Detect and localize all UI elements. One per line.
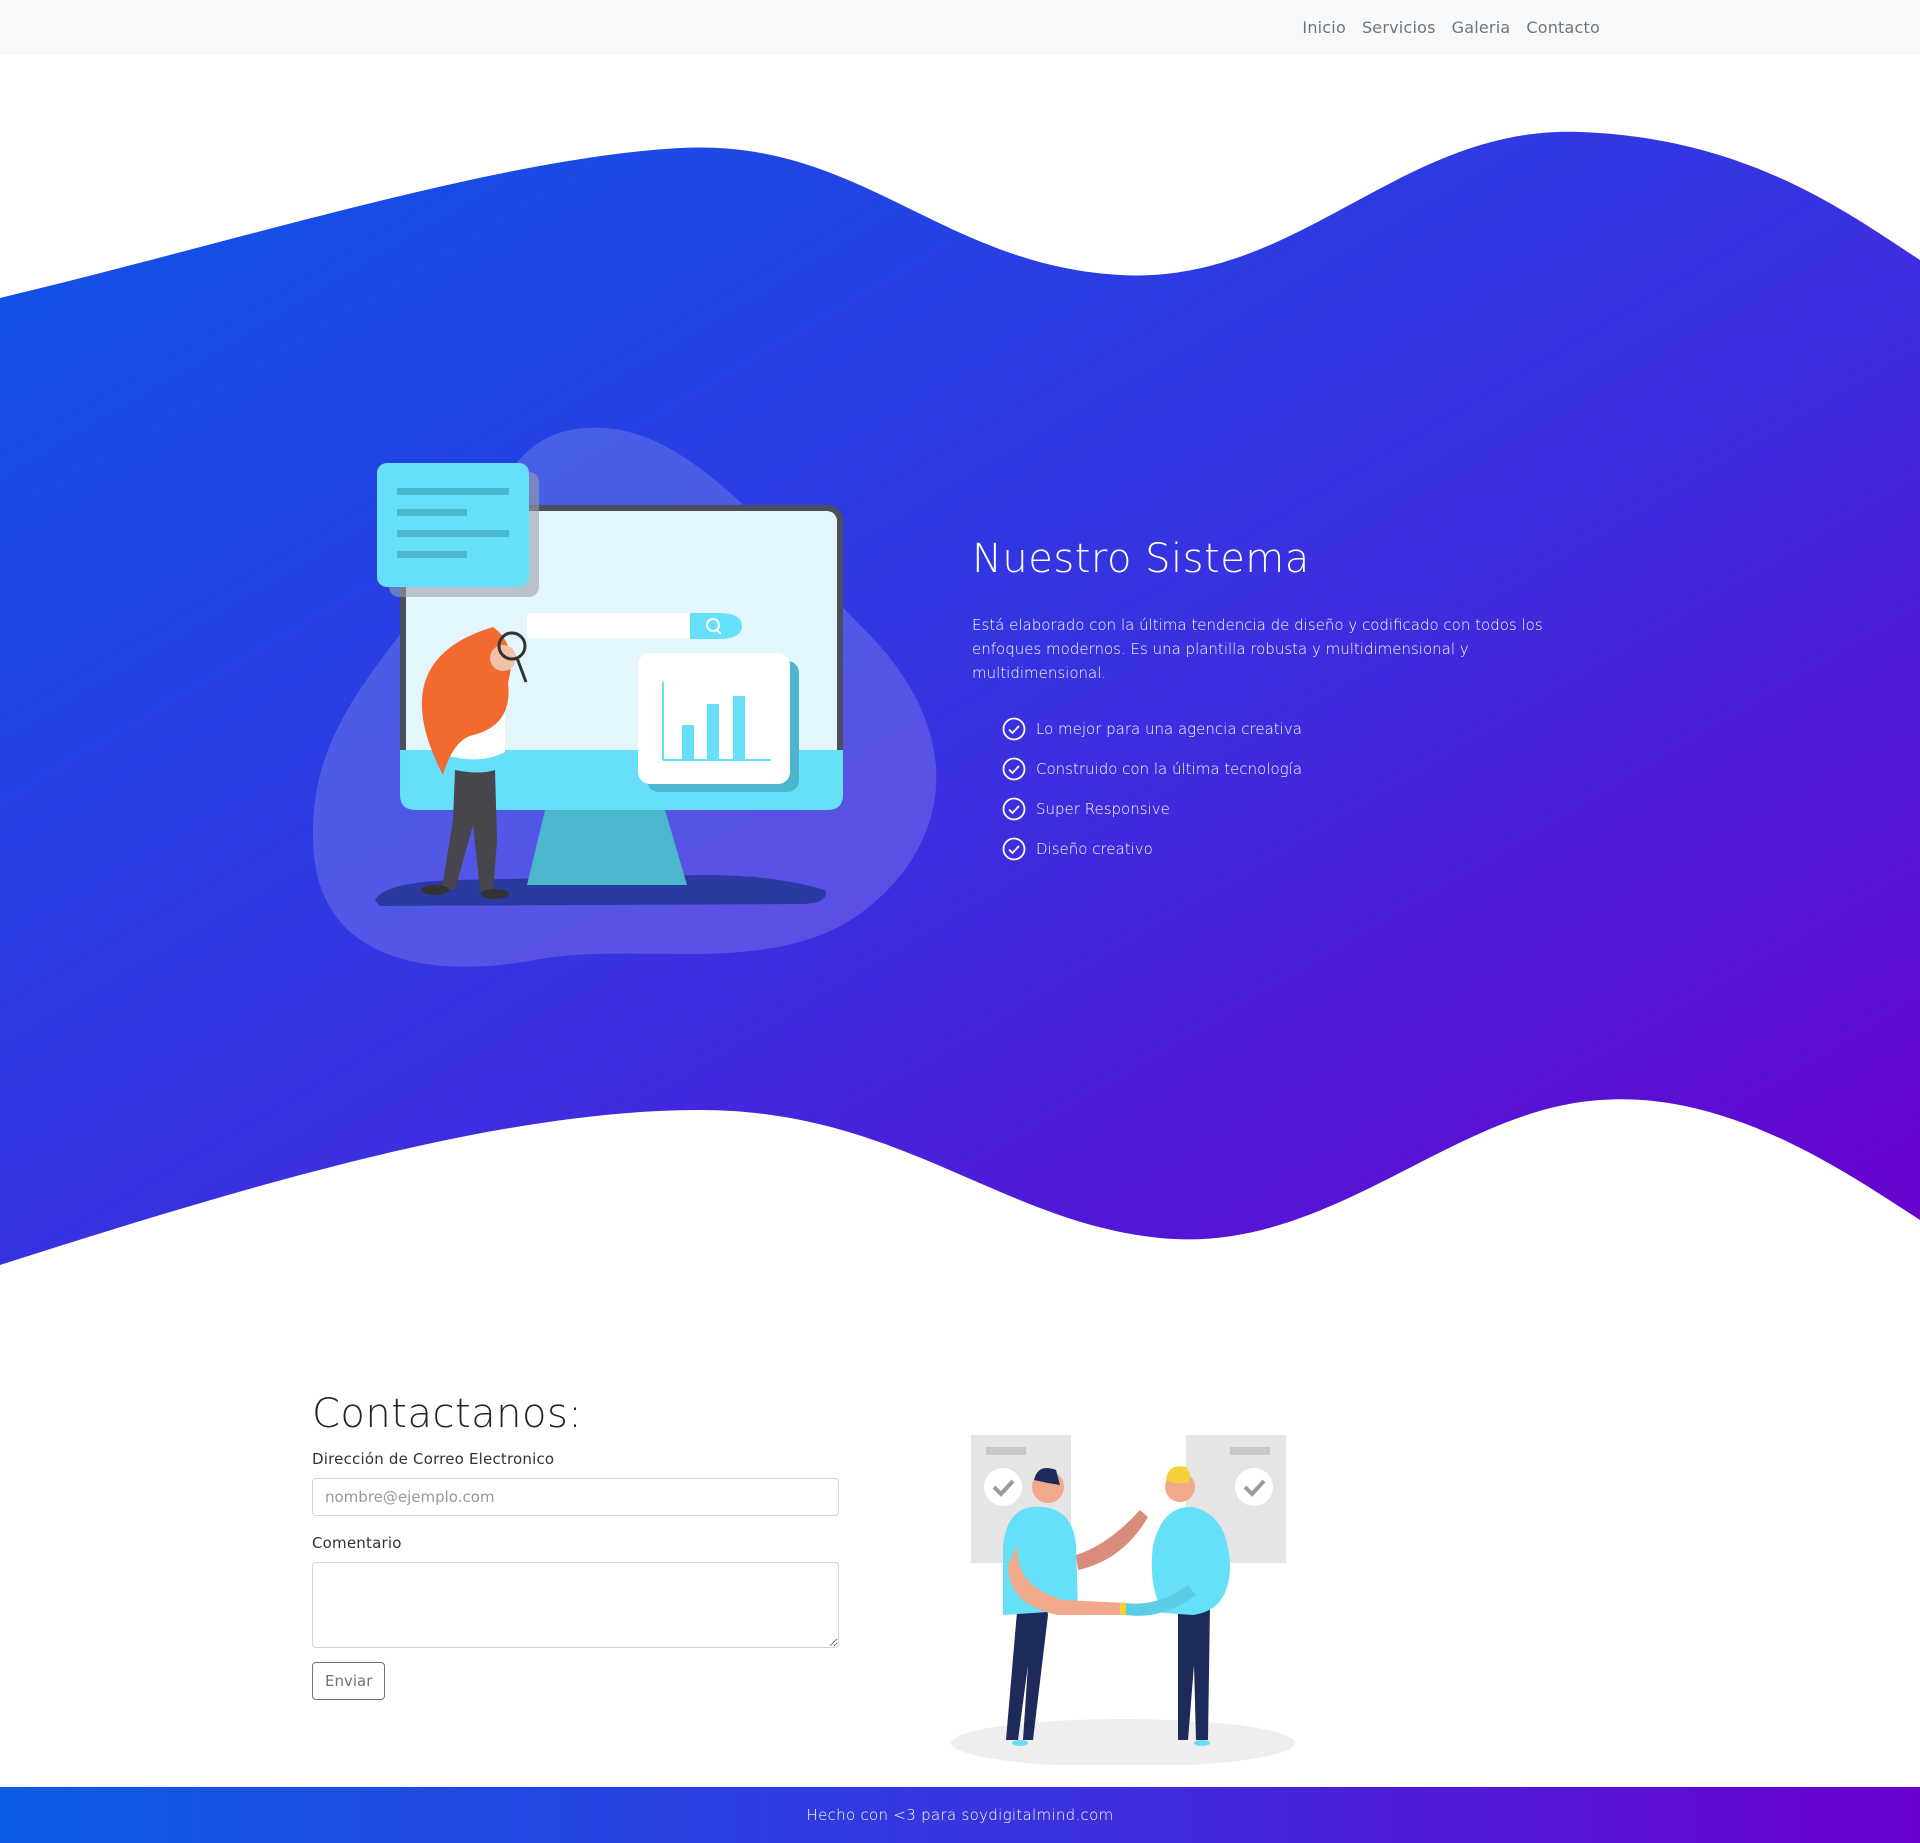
contact-title: Contactanos: xyxy=(312,1391,583,1437)
hero-wave-background xyxy=(0,131,1920,1265)
check-icon xyxy=(1235,1468,1273,1506)
hero-illustration xyxy=(312,427,937,967)
nav-link-contacto[interactable]: Contacto xyxy=(1526,18,1600,37)
floor-shadow xyxy=(951,1719,1295,1765)
footer: Hecho con <3 para soydigitalmind.com xyxy=(0,1787,1920,1843)
email-label: Dirección de Correo Electronico xyxy=(312,1450,555,1468)
search-bar xyxy=(527,613,695,639)
hero-title: Nuestro Sistema xyxy=(972,536,1310,582)
feature-label: Super Responsive xyxy=(1036,800,1170,818)
nav-link-servicios[interactable]: Servicios xyxy=(1362,18,1436,37)
hero-content: Nuestro Sistema Está elaborado con la úl… xyxy=(972,535,1582,869)
man-left-legs xyxy=(1006,1600,1048,1740)
feature-label: Construido con la última tecnología xyxy=(1036,760,1303,778)
check-circle-icon xyxy=(1002,797,1026,821)
monitor-stand xyxy=(527,810,687,885)
contact-section: Contactanos: Dirección de Correo Electro… xyxy=(312,1390,842,1700)
send-button[interactable]: Enviar xyxy=(312,1662,386,1700)
feature-item: Lo mejor para una agencia creativa xyxy=(1002,709,1582,749)
check-circle-icon xyxy=(1002,717,1026,741)
check-circle-icon xyxy=(1002,837,1026,861)
nav-links: Inicio Servicios Galeria Contacto xyxy=(1286,0,1600,55)
check-icon xyxy=(984,1468,1022,1506)
hero-description: Está elaborado con la última tendencia d… xyxy=(972,616,1543,682)
footer-text: Hecho con <3 para soydigitalmind.com xyxy=(806,1806,1114,1824)
handshake-illustration xyxy=(951,1435,1295,1765)
nav-link-inicio[interactable]: Inicio xyxy=(1302,18,1346,37)
wristwatch-icon xyxy=(1120,1603,1126,1615)
man-right-legs xyxy=(1178,1605,1210,1740)
feature-item: Diseño creativo xyxy=(1002,829,1582,869)
chart-bar-icon xyxy=(682,725,694,760)
navbar: Inicio Servicios Galeria Contacto xyxy=(0,0,1920,55)
comment-field[interactable] xyxy=(312,1562,839,1648)
nav-link-galeria[interactable]: Galeria xyxy=(1452,18,1511,37)
feature-item: Super Responsive xyxy=(1002,789,1582,829)
email-field[interactable] xyxy=(312,1478,839,1516)
man-right-hair xyxy=(1166,1466,1191,1483)
feature-list: Lo mejor para una agencia creativa Const… xyxy=(972,709,1582,869)
feature-label: Lo mejor para una agencia creativa xyxy=(1036,720,1302,738)
comment-label: Comentario xyxy=(312,1534,402,1552)
feature-item: Construido con la última tecnología xyxy=(1002,749,1582,789)
check-circle-icon xyxy=(1002,757,1026,781)
doc-card xyxy=(377,463,529,587)
feature-label: Diseño creativo xyxy=(1036,840,1153,858)
